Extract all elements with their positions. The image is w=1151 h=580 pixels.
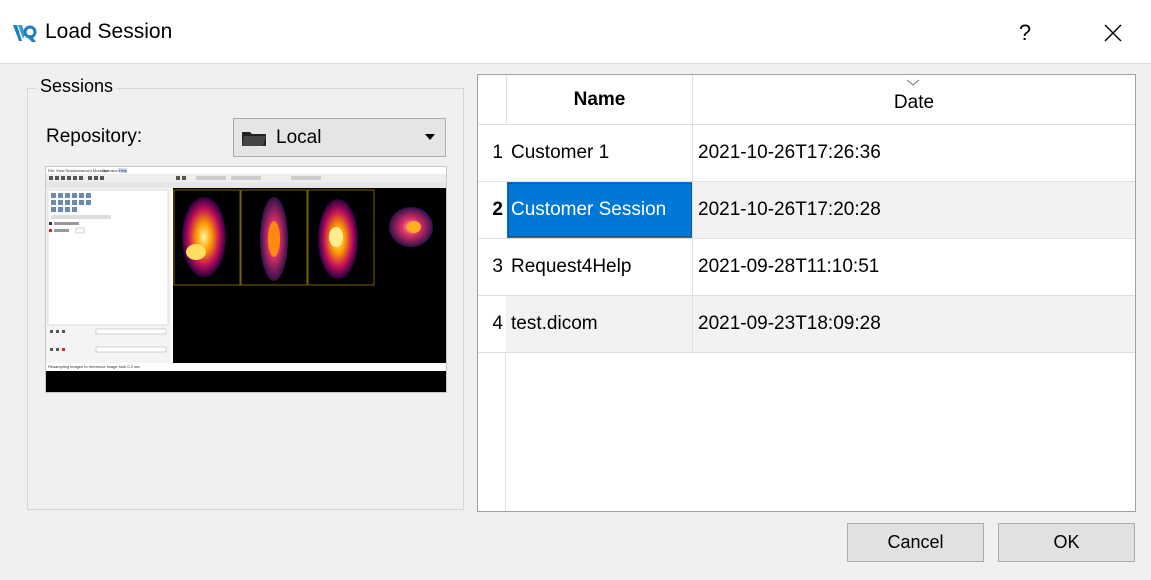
column-header-label: Date [893, 92, 935, 113]
table-row[interactable]: 1 Customer 1 2021-10-26T17:26:36 [478, 125, 1135, 182]
table-row[interactable]: 4 test.dicom 2021-09-23T18:09:28 [478, 296, 1135, 353]
row-number: 1 [478, 125, 506, 181]
folder-icon [242, 132, 266, 146]
repository-dropdown[interactable]: Local [233, 118, 446, 157]
session-date-cell[interactable]: 2021-09-23T18:09:28 [693, 296, 1133, 352]
repository-label: Repository: [46, 126, 143, 147]
session-date-cell[interactable]: 2021-09-28T11:10:51 [693, 239, 1133, 295]
preview-menu-item: Operator [102, 168, 118, 173]
session-date-cell[interactable]: 2021-10-26T17:26:36 [693, 125, 1133, 181]
column-header-date[interactable]: Date [693, 75, 1135, 125]
sort-indicator-icon [906, 79, 920, 86]
column-header-name[interactable]: Name [507, 75, 693, 125]
sessions-group-title: Sessions [36, 76, 118, 97]
row-number-header [478, 75, 507, 125]
row-number: 4 [478, 296, 506, 352]
help-button[interactable]: ? [1012, 18, 1038, 48]
cancel-button[interactable]: Cancel [847, 523, 984, 562]
window-title: Load Session [45, 20, 173, 43]
chevron-down-icon [425, 134, 435, 140]
preview-status-text: Resampling images to reference image too… [48, 364, 140, 369]
repository-value: Local [276, 127, 322, 148]
preview-menu-item: View [56, 168, 65, 173]
preview-menu-item: Tools [65, 168, 74, 173]
title-bar: Load Session ? [0, 0, 1151, 64]
column-header-label: Name [573, 89, 626, 110]
preview-menubar: File View Tools Advanced Modules Operato… [48, 168, 128, 173]
session-date-cell[interactable]: 2021-10-26T17:20:28 [693, 182, 1133, 238]
row-number: 3 [478, 239, 506, 295]
table-row[interactable]: 3 Request4Help 2021-09-28T11:10:51 [478, 239, 1135, 296]
session-name-cell[interactable]: Customer Session [507, 182, 693, 238]
preview-menu-item: File [48, 168, 55, 173]
preview-screenshot: File View Tools Advanced Modules Operato… [46, 167, 446, 392]
session-preview-image: File View Tools Advanced Modules Operato… [45, 166, 447, 393]
row-header-filler [478, 353, 506, 511]
voreen-logo-icon [13, 25, 37, 42]
close-icon[interactable] [1098, 18, 1128, 48]
session-name-cell[interactable]: Request4Help [507, 239, 693, 295]
session-name-cell[interactable]: Customer 1 [507, 125, 693, 181]
sessions-table[interactable]: Name Date 1 Customer 1 2021-10-26T17:26:… [477, 74, 1136, 512]
row-number: 2 [478, 182, 506, 238]
preview-menu-item: Help [119, 168, 128, 173]
table-row[interactable]: 2 Customer Session 2021-10-26T17:20:28 [478, 182, 1135, 239]
ok-button[interactable]: OK [998, 523, 1135, 562]
session-name-cell[interactable]: test.dicom [507, 296, 693, 352]
